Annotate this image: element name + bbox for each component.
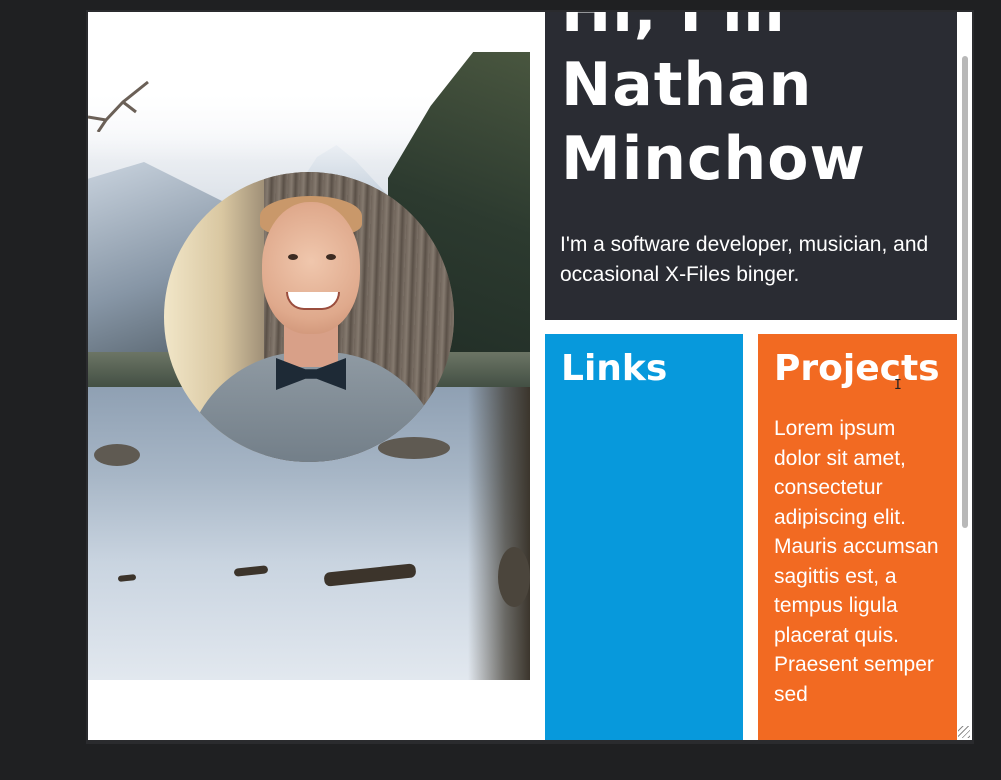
browser-viewport: Hi, I'm Nathan Minchow I'm a software de… [88, 12, 972, 740]
links-card: Links [545, 334, 743, 740]
projects-description: Lorem ipsum dolor sit amet, consectetur … [774, 417, 939, 706]
vertical-scrollbar[interactable] [958, 12, 972, 740]
branch-icon [88, 80, 149, 132]
page-title: Hi, I'm Nathan Minchow [561, 12, 866, 194]
links-heading: Links [561, 348, 668, 389]
intro-card: Hi, I'm Nathan Minchow I'm a software de… [545, 12, 957, 320]
resize-grip-icon[interactable] [958, 726, 970, 738]
avatar [164, 172, 454, 462]
projects-card: Projects Lorem ipsum dolor sit amet, con… [758, 334, 957, 740]
projects-heading: Projects [774, 348, 940, 389]
hero-photo [88, 12, 530, 680]
scroll-thumb[interactable] [962, 56, 968, 528]
intro-tagline: I'm a software developer, musician, and … [560, 233, 929, 286]
text-cursor-icon: I [894, 378, 902, 393]
